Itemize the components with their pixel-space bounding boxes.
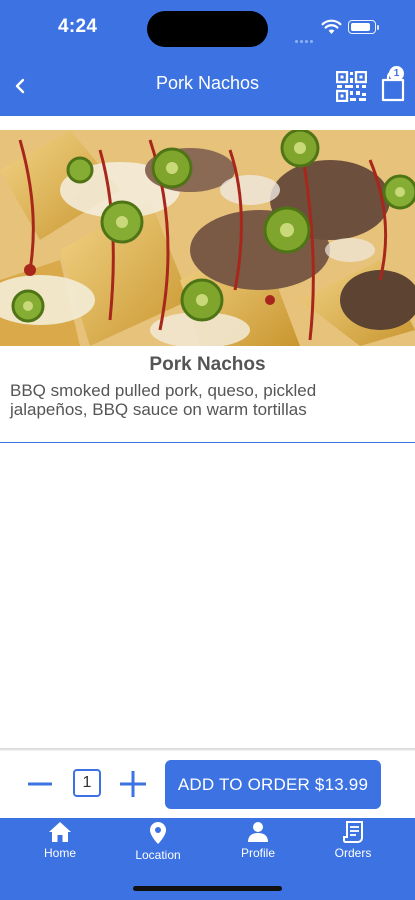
plus-icon[interactable] [118, 769, 148, 799]
status-time: 4:24 [58, 16, 98, 37]
dynamic-island [147, 11, 268, 47]
tab-home[interactable]: Home [20, 821, 100, 865]
tab-orders[interactable]: Orders [313, 821, 393, 865]
battery-icon [348, 20, 379, 34]
location-pin-icon [150, 822, 166, 844]
home-icon [49, 822, 71, 842]
receipt-icon [343, 821, 363, 843]
quantity-field[interactable]: 1 [73, 769, 101, 797]
wifi-icon [321, 19, 342, 34]
cart-badge: 1 [389, 66, 404, 81]
tab-label: Profile [240, 846, 275, 860]
app-header: Pork Nachos [0, 56, 415, 116]
home-indicator [133, 886, 282, 891]
bottom-separator [0, 748, 415, 751]
food-photo [0, 130, 415, 346]
tab-profile[interactable]: Profile [218, 821, 298, 865]
qr-code-icon[interactable] [336, 71, 367, 102]
tab-location[interactable]: Location [118, 821, 198, 865]
tab-label: Location [135, 848, 181, 862]
divider [0, 442, 415, 443]
tab-label: Home [43, 846, 76, 860]
status-bar: 4:24 [0, 0, 415, 56]
signal-icon [295, 30, 317, 43]
item-name: Pork Nachos [149, 354, 266, 375]
person-icon [248, 822, 268, 842]
tab-label: Orders [334, 846, 372, 860]
item-description: BBQ smoked pulled pork, queso, pickled j… [10, 381, 317, 419]
add-to-order-button[interactable]: ADD TO ORDER $13.99 [165, 760, 381, 809]
minus-icon[interactable] [26, 770, 54, 798]
